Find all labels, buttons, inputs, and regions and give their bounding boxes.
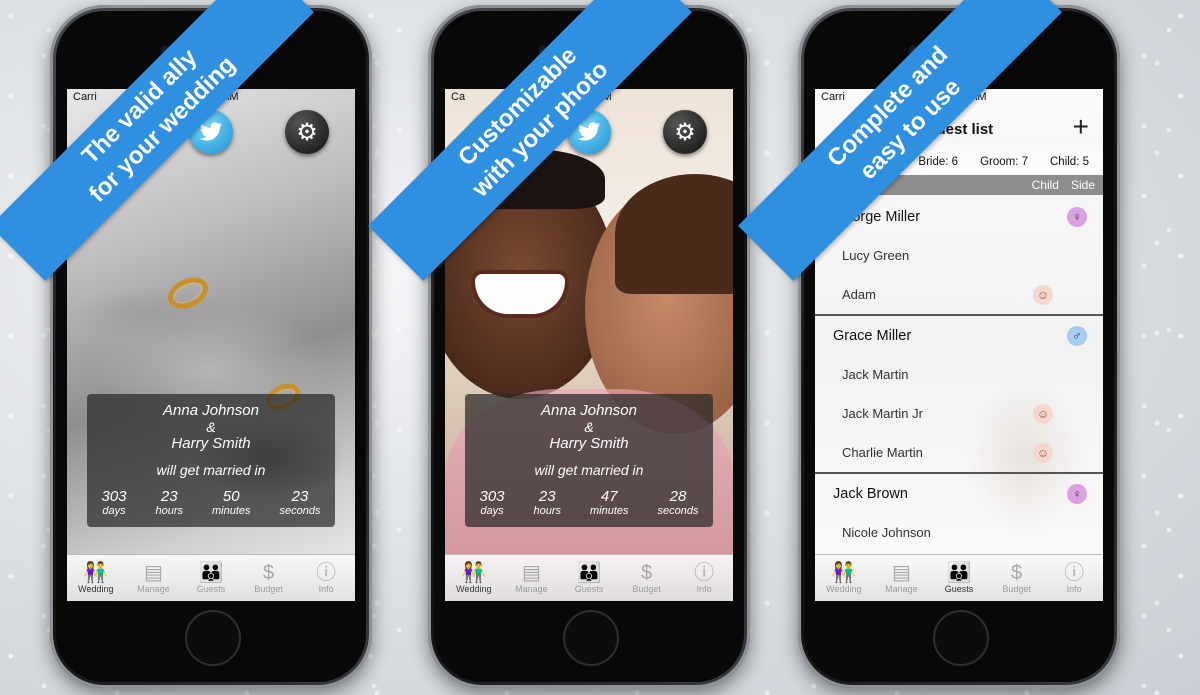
companion-row[interactable]: Lucy Green bbox=[815, 236, 1103, 275]
tab-info[interactable]: ⓘ Info bbox=[1045, 555, 1103, 601]
home-button bbox=[185, 610, 241, 666]
countdown: 303 days 23 hours 50 minutes 23 seconds bbox=[87, 488, 335, 517]
partner-name-1: Anna Johnson bbox=[541, 402, 637, 419]
companion-row[interactable]: Charlie Martin ☺ bbox=[815, 433, 1103, 472]
carrier-label: Carri bbox=[73, 91, 97, 103]
companion-row[interactable]: Jack Martin bbox=[815, 355, 1103, 394]
column-side[interactable]: Side bbox=[1071, 178, 1095, 192]
bride-icon: ♀ bbox=[1067, 206, 1087, 227]
info-icon: ⓘ bbox=[694, 562, 715, 584]
bride-count: Bride: 6 bbox=[918, 156, 959, 168]
guest-row[interactable]: Jack Brown ♀ bbox=[815, 474, 1103, 513]
inbox-icon: ▤ bbox=[891, 562, 911, 584]
countdown-card: Anna Johnson & Harry Smith will get marr… bbox=[465, 394, 713, 527]
companion-row[interactable]: Adam ☺ bbox=[815, 275, 1103, 314]
countdown-caption: will get married in bbox=[156, 462, 266, 478]
ampersand: & bbox=[584, 419, 594, 435]
countdown-days: 303 days bbox=[101, 488, 127, 517]
money-bag-icon: $ bbox=[263, 562, 275, 584]
bride-icon: ♀ bbox=[1067, 483, 1087, 504]
tab-bar: 👫 Wedding ▤ Manage 👪 Guests $ Budget ⓘ Info bbox=[815, 554, 1103, 601]
tab-guests[interactable]: 👪 Guests bbox=[930, 555, 988, 601]
add-guest-button[interactable]: + bbox=[1073, 111, 1089, 143]
money-bag-icon: $ bbox=[641, 562, 653, 584]
tab-wedding[interactable]: 👫 Wedding bbox=[67, 555, 125, 601]
tab-bar: 👫 Wedding ▤ Manage 👪 Guests $ Budget ⓘ Info bbox=[445, 554, 733, 601]
groom-count: Groom: 7 bbox=[980, 156, 1028, 168]
countdown-days: 303 days bbox=[479, 488, 505, 517]
family-icon: 👪 bbox=[198, 562, 224, 584]
companion-row[interactable]: Nicole Johnson bbox=[815, 513, 1103, 552]
guest-list: George Miller ♀ Lucy Green Adam ☺ Grace Mi… bbox=[815, 197, 1103, 552]
tab-guests[interactable]: 👪 Guests bbox=[560, 555, 618, 601]
tab-budget[interactable]: $ Budget bbox=[240, 555, 298, 601]
tab-budget[interactable]: $ Budget bbox=[618, 555, 676, 601]
ampersand: & bbox=[206, 419, 216, 435]
countdown: 303 days 23 hours 47 minutes 28 seconds bbox=[465, 488, 713, 517]
carrier-label: Carri bbox=[821, 91, 845, 103]
guest-row[interactable]: Grace Miller ♂ bbox=[815, 316, 1103, 355]
carrier-label: Ca bbox=[451, 91, 466, 103]
home-button bbox=[933, 610, 989, 666]
partner-name-2: Harry Smith bbox=[549, 435, 629, 452]
gear-icon[interactable]: ⚙ bbox=[663, 110, 707, 154]
column-child[interactable]: Child bbox=[1032, 178, 1059, 192]
countdown-card: Anna Johnson & Harry Smith will get marr… bbox=[87, 394, 335, 527]
tab-wedding[interactable]: 👫 Wedding bbox=[445, 555, 503, 601]
countdown-seconds: 23 seconds bbox=[279, 488, 321, 517]
home-button bbox=[563, 610, 619, 666]
tab-manage[interactable]: ▤ Manage bbox=[873, 555, 931, 601]
info-icon: ⓘ bbox=[316, 562, 337, 584]
inbox-icon: ▤ bbox=[143, 562, 163, 584]
groom-icon: ♂ bbox=[1067, 325, 1087, 346]
countdown-seconds: 28 seconds bbox=[657, 488, 699, 517]
couple-icon: 👫 bbox=[83, 562, 109, 584]
tab-guests[interactable]: 👪 Guests bbox=[182, 555, 240, 601]
countdown-hours: 23 hours bbox=[155, 488, 184, 517]
countdown-minutes: 47 minutes bbox=[589, 488, 629, 517]
countdown-hours: 23 hours bbox=[533, 488, 562, 517]
partner-name-2: Harry Smith bbox=[171, 435, 251, 452]
countdown-caption: will get married in bbox=[534, 462, 644, 478]
family-icon: 👪 bbox=[946, 562, 972, 584]
family-icon: 👪 bbox=[576, 562, 602, 584]
countdown-minutes: 50 minutes bbox=[211, 488, 251, 517]
tab-manage[interactable]: ▤ Manage bbox=[503, 555, 561, 601]
child-count: Child: 5 bbox=[1050, 156, 1089, 168]
couple-icon: 👫 bbox=[831, 562, 857, 584]
baby-icon: ☺ bbox=[1033, 442, 1053, 463]
baby-icon: ☺ bbox=[1033, 403, 1053, 424]
tab-info[interactable]: ⓘ Info bbox=[675, 555, 733, 601]
tab-wedding[interactable]: 👫 Wedding bbox=[815, 555, 873, 601]
info-icon: ⓘ bbox=[1064, 562, 1085, 584]
tab-info[interactable]: ⓘ Info bbox=[297, 555, 355, 601]
baby-icon: ☺ bbox=[1033, 284, 1053, 305]
tab-budget[interactable]: $ Budget bbox=[988, 555, 1046, 601]
tab-bar: 👫 Wedding ▤ Manage 👪 Guests $ Budget ⓘ Info bbox=[67, 554, 355, 601]
tab-manage[interactable]: ▤ Manage bbox=[125, 555, 183, 601]
money-bag-icon: $ bbox=[1011, 562, 1023, 584]
couple-icon: 👫 bbox=[461, 562, 487, 584]
inbox-icon: ▤ bbox=[521, 562, 541, 584]
companion-row[interactable]: Jack Martin Jr ☺ bbox=[815, 394, 1103, 433]
partner-name-1: Anna Johnson bbox=[163, 402, 259, 419]
gear-icon[interactable]: ⚙ bbox=[285, 110, 329, 154]
